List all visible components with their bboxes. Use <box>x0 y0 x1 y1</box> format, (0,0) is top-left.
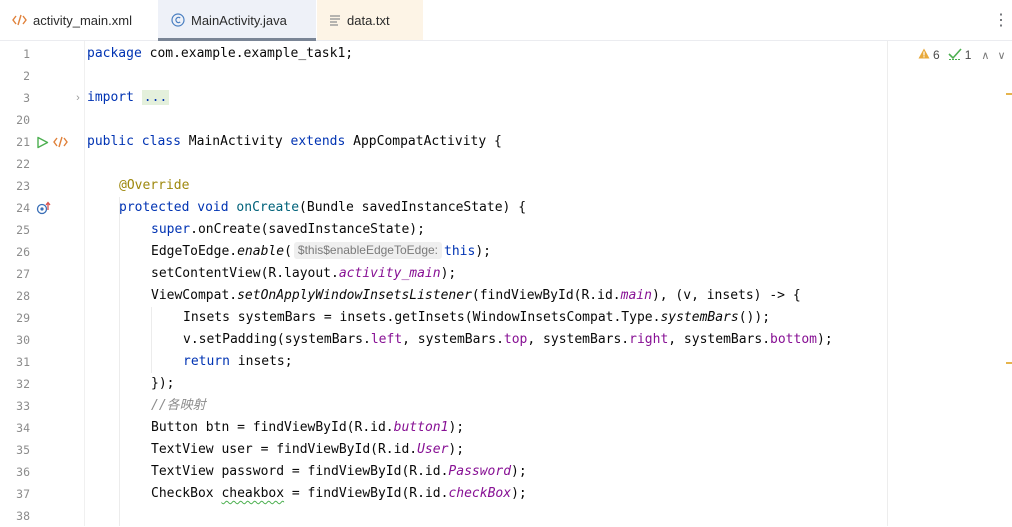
line-number: 32 <box>16 377 30 391</box>
line-number: 35 <box>16 443 30 457</box>
line-number: 22 <box>16 157 30 171</box>
warning-count: 6 <box>933 48 940 62</box>
tab-activity-main-xml[interactable]: activity_main.xml <box>0 0 158 40</box>
next-highlight-icon[interactable]: ∨ <box>997 49 1005 62</box>
right-margin-line <box>887 41 888 526</box>
code-line-36: TextView password = findViewById(R.id.Pa… <box>151 464 527 479</box>
code-line-30: v.setPadding(systemBars.left, systemBars… <box>183 332 833 347</box>
line-number: 30 <box>16 333 30 347</box>
code-line-27: setContentView(R.layout.activity_main); <box>151 266 457 281</box>
weak-warning-icon <box>948 47 962 63</box>
line-number: 33 <box>16 399 30 413</box>
line-number: 29 <box>16 311 30 325</box>
code-line-3: import ... <box>87 90 170 105</box>
warning-stripe-marker[interactable] <box>1006 362 1012 364</box>
line-number: 26 <box>16 245 30 259</box>
line-number: 36 <box>16 465 30 479</box>
tab-label: MainActivity.java <box>191 12 287 28</box>
line-number: 1 <box>23 47 30 61</box>
code-line-29: Insets systemBars = insets.getInsets(Win… <box>183 310 771 325</box>
code-line-35: TextView user = findViewById(R.id.User); <box>151 442 465 457</box>
line-number: 24 <box>16 201 30 215</box>
warning-stripe-marker[interactable] <box>1006 93 1012 95</box>
line-number: 21 <box>16 135 30 149</box>
code-line-1: package com.example.example_task1; <box>87 46 354 61</box>
code-line-33: //各映射 <box>151 398 206 413</box>
expand-fold-icon[interactable]: › <box>73 87 83 109</box>
previous-highlight-icon[interactable]: ∧ <box>981 49 989 62</box>
editor-tab-bar: activity_main.xml MainActivity.java data… <box>0 0 1012 41</box>
line-number: 28 <box>16 289 30 303</box>
tab-label: data.txt <box>347 12 390 28</box>
code-line-26: EdgeToEdge.enable($this$enableEdgeToEdge… <box>151 242 491 259</box>
more-options-icon[interactable]: ⋮ <box>993 8 1009 32</box>
line-number: 37 <box>16 487 30 501</box>
tab-data-txt[interactable]: data.txt <box>317 0 423 40</box>
code-line-31: return insets; <box>183 354 293 369</box>
override-method-icon[interactable] <box>36 197 52 219</box>
line-number: 2 <box>23 69 30 83</box>
run-icon[interactable] <box>36 131 49 153</box>
warning-icon <box>918 48 930 62</box>
tab-main-activity-java[interactable]: MainActivity.java <box>158 0 316 41</box>
folded-imports[interactable]: ... <box>141 90 170 105</box>
line-number: 27 <box>16 267 30 281</box>
code-line-32: }); <box>151 376 175 391</box>
weak-warning-count: 1 <box>964 48 972 62</box>
code-line-34: Button btn = findViewById(R.id.button1); <box>151 420 465 435</box>
indent-guide <box>151 307 152 373</box>
line-number: 20 <box>16 113 30 127</box>
code-line-37: CheckBox cheakbox = findViewById(R.id.ch… <box>151 486 527 501</box>
line-number: 31 <box>16 355 30 369</box>
class-icon <box>171 13 185 27</box>
code-line-21: public class MainActivity extends AppCom… <box>87 134 502 149</box>
line-number: 25 <box>16 223 30 237</box>
xml-icon <box>12 14 27 26</box>
code-line-25: super.onCreate(savedInstanceState); <box>151 222 425 237</box>
line-number: 34 <box>16 421 30 435</box>
code-line-24: protected void onCreate(Bundle savedInst… <box>119 200 527 215</box>
inspection-widget[interactable]: 6 1 ∧ ∨ <box>918 44 1006 66</box>
code-line-28: ViewCompat.setOnApplyWindowInsetsListene… <box>151 288 801 303</box>
code-line-23: @Override <box>119 178 190 193</box>
gutter-divider <box>84 41 85 526</box>
tab-label: activity_main.xml <box>33 12 132 28</box>
typo-warning[interactable]: cheakbox <box>221 486 284 501</box>
line-number: 23 <box>16 179 30 193</box>
parameter-hint: $this$enableEdgeToEdge: <box>293 242 443 259</box>
text-file-icon <box>329 14 341 26</box>
indent-guide <box>119 197 120 526</box>
line-number: 38 <box>16 509 30 523</box>
line-number: 3 <box>23 91 30 105</box>
xml-layout-icon[interactable] <box>53 131 68 153</box>
